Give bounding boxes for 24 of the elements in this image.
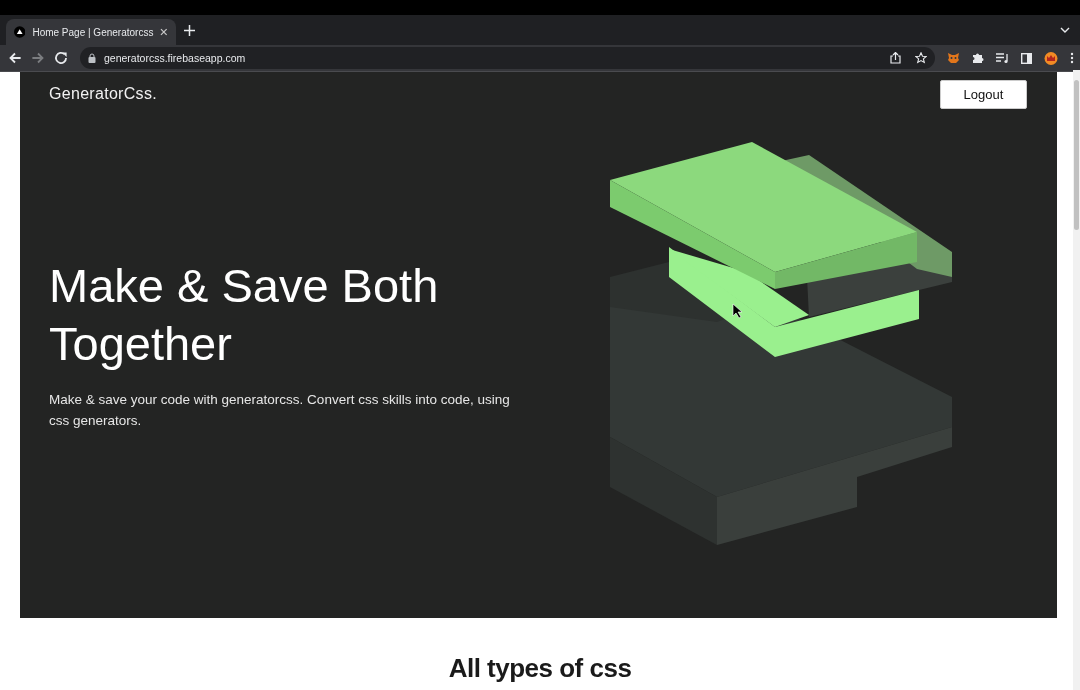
menu-icon[interactable] <box>1070 52 1074 64</box>
logo[interactable]: GeneratorCss. <box>49 85 157 103</box>
new-tab-icon[interactable] <box>184 24 195 36</box>
star-icon[interactable] <box>915 52 927 64</box>
puzzle-icon[interactable] <box>972 52 984 64</box>
logout-button[interactable]: Logout <box>940 80 1027 109</box>
reload-icon[interactable] <box>52 49 70 67</box>
address-bar[interactable]: generatorcss.firebaseapp.com <box>80 47 935 69</box>
chevron-down-icon[interactable] <box>1060 27 1070 33</box>
tab-title: Home Page | Generatorcss <box>32 26 154 38</box>
scrollbar[interactable] <box>1073 70 1080 690</box>
url-text: generatorcss.firebaseapp.com <box>104 52 247 64</box>
media-list-icon[interactable] <box>996 52 1009 64</box>
close-icon[interactable] <box>160 28 168 36</box>
hero-description: Make & save your code with generatorcss. Convert css skills into code, using css generators. <box>49 390 511 430</box>
share-icon[interactable] <box>890 52 901 64</box>
favicon-icon <box>14 26 26 38</box>
sidebar-icon[interactable] <box>1021 52 1032 64</box>
lock-icon[interactable] <box>88 53 96 63</box>
browser-tab[interactable]: Home Page | Generatorcss <box>6 19 176 45</box>
fox-extension-icon[interactable] <box>947 52 960 64</box>
section-heading: All types of css <box>447 653 633 684</box>
crown-icon[interactable] <box>1044 51 1058 65</box>
hero-title: Make & Save Both Together <box>49 257 440 372</box>
